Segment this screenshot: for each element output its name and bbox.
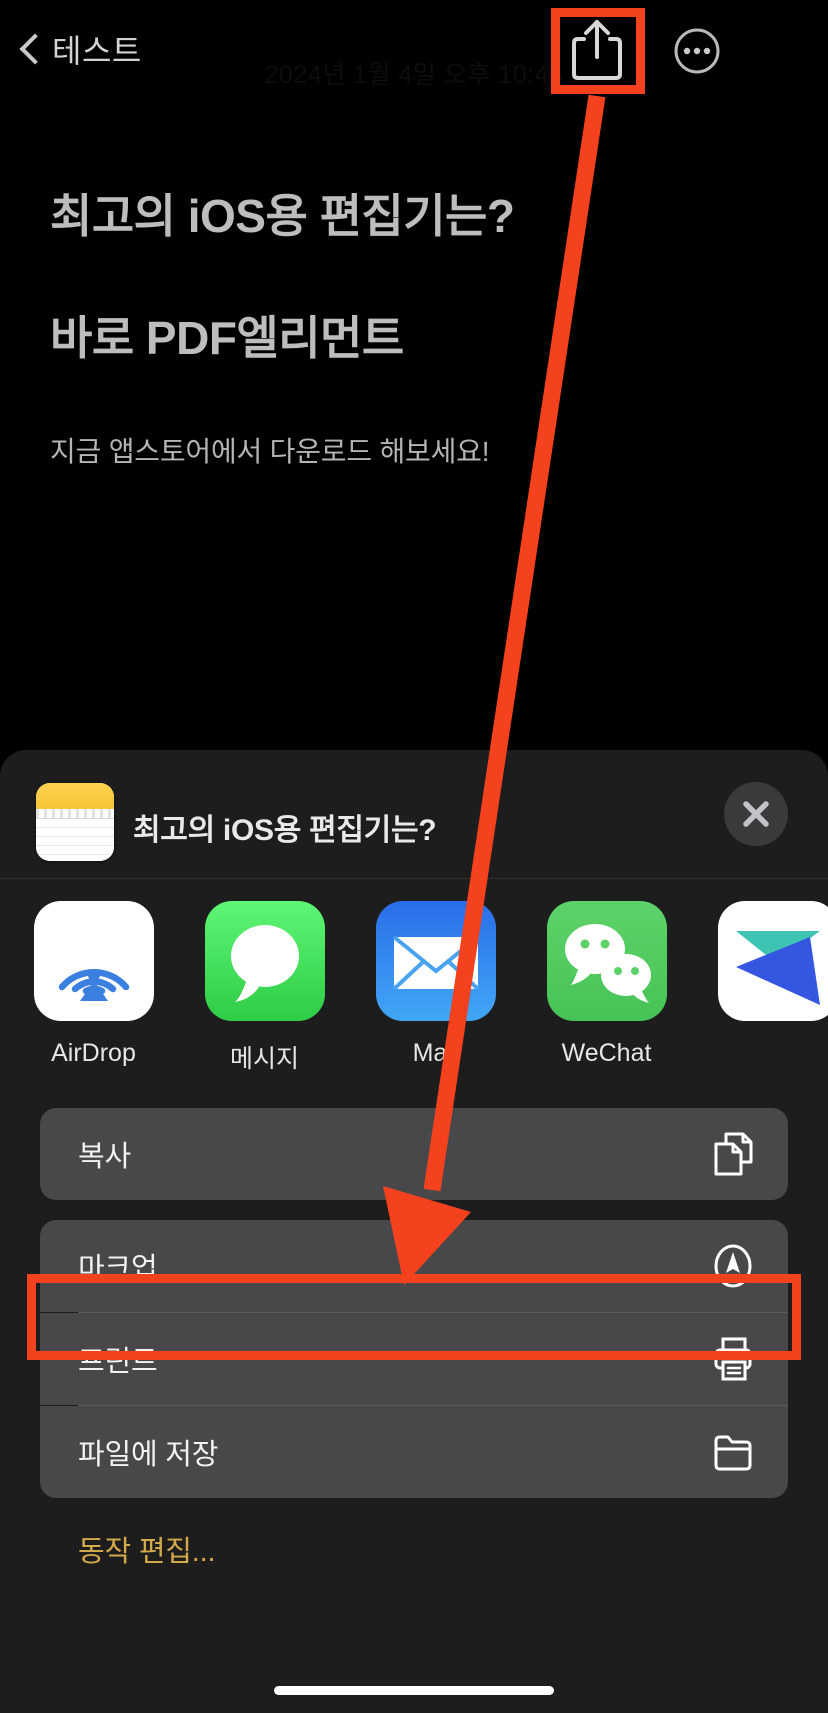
home-indicator — [274, 1686, 554, 1695]
share-target-label: WeChat — [561, 1039, 652, 1067]
action-row-copy[interactable]: 복사 — [40, 1108, 788, 1200]
notes-icon-rings — [36, 809, 114, 819]
close-button[interactable] — [724, 782, 788, 846]
share-target-messages[interactable]: 메시지 — [179, 901, 350, 1075]
airdrop-icon — [33, 901, 154, 1021]
mail-icon — [375, 901, 496, 1021]
navigation-bar: 테스트 2024년 1월 4일 오후 10:45 — [0, 0, 828, 118]
share-target-label: AirDrop — [51, 1039, 136, 1067]
messages-icon — [204, 901, 325, 1021]
share-sheet-title: 최고의 iOS용 편집기는? — [133, 814, 437, 847]
share-target-label: 메시지 — [229, 1045, 299, 1073]
markup-pen-icon — [714, 1244, 752, 1288]
action-group-copy: 복사 — [40, 1108, 788, 1200]
action-row-save-to-files[interactable]: 파일에 저장 — [40, 1406, 788, 1498]
action-row-print[interactable]: 프린트 — [40, 1313, 788, 1405]
action-label: 프린트 — [78, 1346, 158, 1378]
ellipsis-circle-icon — [674, 28, 720, 74]
share-sheet-header: 최고의 iOS용 편집기는? — [0, 750, 828, 879]
notes-icon-lines — [36, 819, 114, 861]
share-button[interactable] — [567, 17, 627, 83]
edit-actions-button[interactable]: 동작 편집... — [78, 1528, 788, 1570]
share-target-label: Mail — [412, 1039, 459, 1067]
share-icon — [572, 20, 622, 80]
share-sheet: 최고의 iOS용 편집기는? AirDrop 메시지 Mail WeChat 복… — [0, 750, 828, 1713]
action-row-markup[interactable]: 마크업 — [40, 1220, 788, 1312]
partial-app-icon — [717, 901, 828, 1021]
note-paragraph: 지금 앱스토어에서 다운로드 해보세요! — [50, 436, 490, 467]
note-content: 최고의 iOS용 편집기는? 바로 PDF엘리먼트 지금 앱스토어에서 다운로드… — [0, 120, 828, 470]
printer-icon — [714, 1337, 752, 1381]
action-group-main: 마크업 프린트 파일에 저장 — [40, 1220, 788, 1498]
close-icon — [743, 801, 769, 827]
action-label: 마크업 — [78, 1253, 158, 1285]
action-label: 파일에 저장 — [78, 1439, 219, 1471]
note-heading-secondary: 바로 PDF엘리먼트 — [50, 312, 404, 364]
folder-icon — [714, 1435, 752, 1471]
share-target-wechat[interactable]: WeChat — [521, 901, 692, 1068]
copy-icon — [714, 1132, 753, 1176]
wechat-icon — [546, 901, 667, 1021]
notes-app-icon — [36, 783, 114, 861]
iphone-screen: 테스트 2024년 1월 4일 오후 10:45 최고의 iOS용 편집기는? … — [0, 0, 828, 1713]
share-target-mail[interactable]: Mail — [350, 901, 521, 1068]
note-heading-primary: 최고의 iOS용 편집기는? — [50, 190, 515, 242]
share-target-partial[interactable] — [692, 901, 828, 1039]
action-label: 복사 — [78, 1141, 131, 1173]
share-target-airdrop[interactable]: AirDrop — [8, 901, 179, 1068]
more-options-button[interactable] — [673, 27, 721, 75]
share-actions-list: 복사 마크업 프린트 파일에 저장 동작 편집... — [40, 1108, 788, 1570]
share-apps-row[interactable]: AirDrop 메시지 Mail WeChat — [0, 879, 828, 1094]
notes-icon-band — [36, 783, 114, 809]
